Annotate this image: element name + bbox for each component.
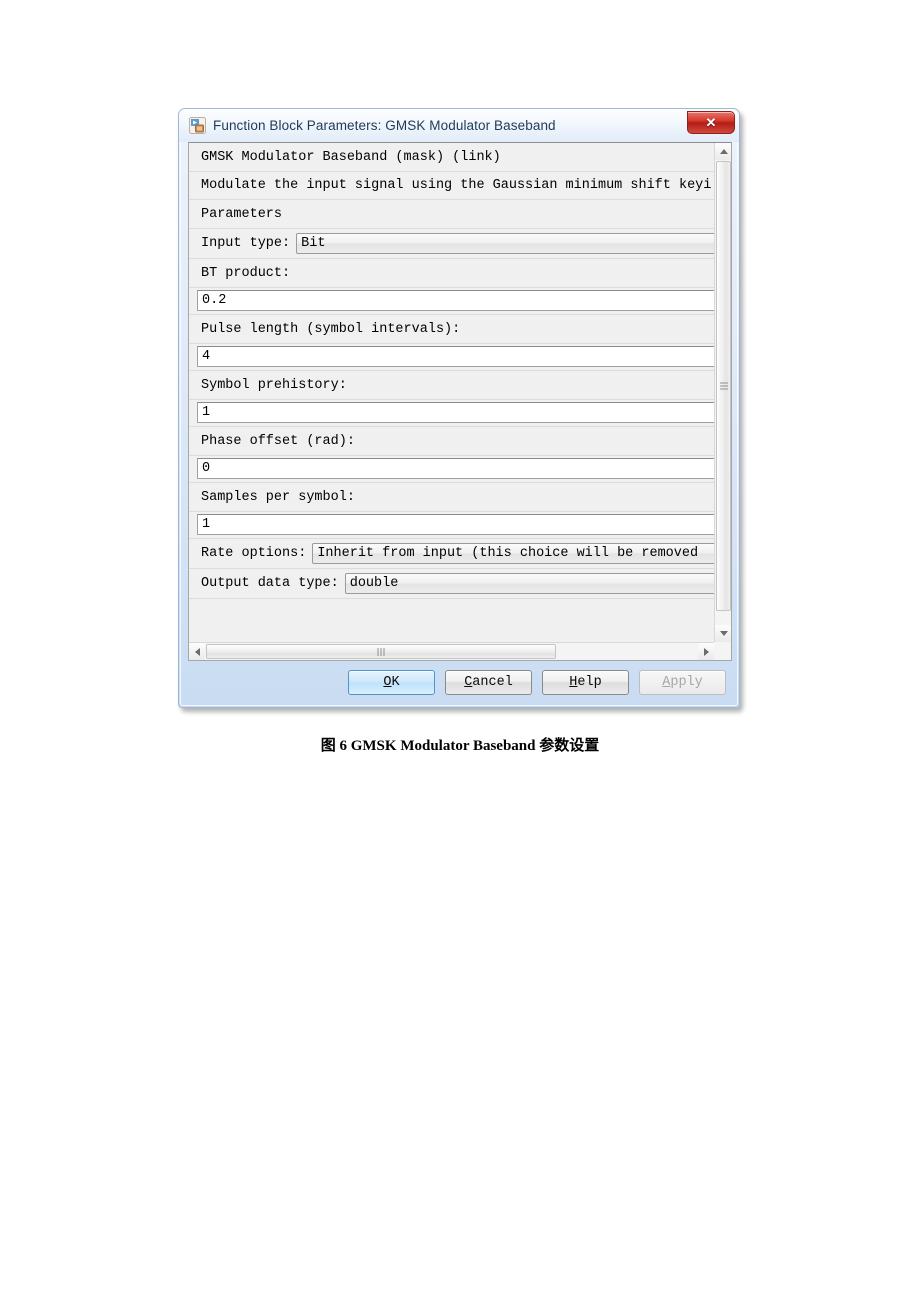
parameters-scroll-viewport: GMSK Modulator Baseband (mask) (link) Mo…	[189, 143, 714, 642]
dialog-button-bar: OK Cancel Help Apply	[188, 665, 732, 699]
samples-per-symbol-field-wrap: 1	[189, 512, 714, 539]
triangle-up-icon	[719, 149, 728, 154]
symbol-prehistory-label: Symbol prehistory:	[189, 371, 714, 400]
parameters-section-title: Parameters	[189, 200, 714, 229]
pulse-length-field-wrap: 4	[189, 344, 714, 371]
bt-product-field-wrap: 0.2	[189, 288, 714, 315]
symbol-prehistory-input[interactable]: 1	[197, 402, 714, 423]
scroll-up-button[interactable]	[715, 143, 731, 160]
close-icon: ✕	[705, 115, 717, 130]
mask-header: GMSK Modulator Baseband (mask) (link)	[189, 143, 714, 172]
symbol-prehistory-field-wrap: 1	[189, 400, 714, 427]
apply-mnemonic: A	[662, 674, 671, 690]
output-data-type-label: Output data type:	[201, 576, 339, 591]
horizontal-scrollbar[interactable]	[189, 642, 714, 660]
vertical-scrollbar[interactable]	[714, 143, 731, 642]
cancel-button[interactable]: Cancel	[445, 669, 532, 695]
scroll-right-button[interactable]	[698, 643, 714, 660]
scroll-down-button[interactable]	[715, 625, 731, 642]
bt-product-label: BT product:	[189, 259, 714, 288]
rate-options-dropdown[interactable]: Inherit from input (this choice will be …	[312, 543, 714, 564]
phase-offset-input[interactable]: 0	[197, 458, 714, 479]
rate-options-label: Rate options:	[201, 546, 307, 561]
scrollbar-grip-icon	[377, 647, 385, 656]
cancel-mnemonic: C	[464, 674, 473, 690]
scroll-left-button[interactable]	[189, 643, 205, 660]
samples-per-symbol-input[interactable]: 1	[197, 514, 714, 535]
apply-button: Apply	[639, 669, 726, 695]
ok-button[interactable]: OK	[348, 669, 435, 695]
phase-offset-label: Phase offset (rad):	[189, 427, 714, 456]
help-mnemonic: H	[569, 674, 578, 690]
ok-label-rest: K	[391, 674, 400, 690]
triangle-right-icon	[703, 647, 709, 656]
scrollbar-corner	[714, 642, 731, 660]
param-row-rate-options: Rate options: Inherit from input (this c…	[189, 539, 714, 569]
title-bar[interactable]: Function Block Parameters: GMSK Modulato…	[179, 109, 739, 142]
cancel-label-rest: ancel	[472, 674, 513, 690]
samples-per-symbol-label: Samples per symbol:	[189, 483, 714, 512]
close-button[interactable]: ✕	[687, 111, 735, 134]
triangle-left-icon	[194, 647, 200, 656]
triangle-down-icon	[719, 631, 728, 636]
pulse-length-input[interactable]: 4	[197, 346, 714, 367]
phase-offset-field-wrap: 0	[189, 456, 714, 483]
figure-caption: 图 6 GMSK Modulator Baseband 参数设置	[320, 738, 600, 754]
scrollbar-grip-icon	[719, 382, 728, 390]
dialog-window: Function Block Parameters: GMSK Modulato…	[178, 108, 740, 708]
pulse-length-label: Pulse length (symbol intervals):	[189, 315, 714, 344]
param-row-output-data-type: Output data type: double	[189, 569, 714, 599]
vertical-scrollbar-thumb[interactable]	[716, 161, 731, 611]
bt-product-input[interactable]: 0.2	[197, 290, 714, 311]
dialog-client-area: GMSK Modulator Baseband (mask) (link) Mo…	[188, 142, 732, 661]
help-label-rest: elp	[577, 674, 602, 690]
input-type-dropdown[interactable]: Bit	[296, 233, 714, 254]
horizontal-scrollbar-thumb[interactable]	[206, 644, 556, 659]
output-data-type-dropdown[interactable]: double	[344, 573, 714, 594]
simulink-block-icon	[189, 117, 206, 134]
param-row-input-type: Input type: Bit	[189, 229, 714, 259]
mask-description: Modulate the input signal using the Gaus…	[189, 172, 714, 200]
parameters-content: GMSK Modulator Baseband (mask) (link) Mo…	[189, 143, 714, 599]
window-title: Function Block Parameters: GMSK Modulato…	[213, 118, 556, 133]
input-type-label: Input type:	[201, 236, 291, 251]
apply-label-rest: pply	[670, 674, 703, 690]
help-button[interactable]: Help	[542, 669, 629, 695]
ok-mnemonic: O	[383, 674, 392, 690]
